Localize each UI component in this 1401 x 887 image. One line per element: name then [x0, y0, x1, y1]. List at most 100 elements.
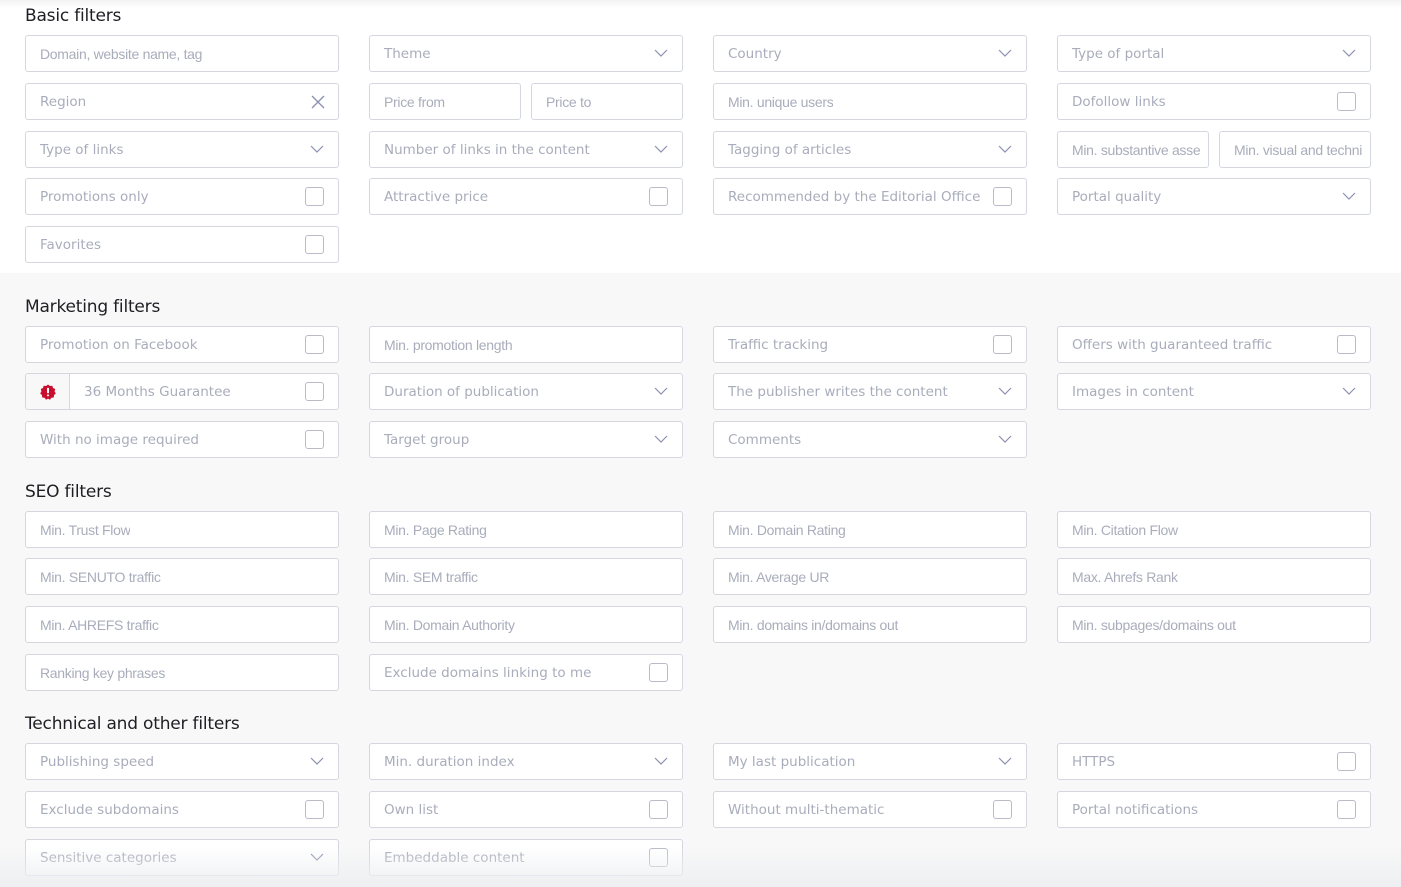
https-checkbox[interactable] — [1337, 752, 1356, 771]
sem-traffic-input[interactable]: Min. SEM traffic — [369, 558, 683, 595]
exclude-linking-toggle[interactable]: Exclude domains linking to me — [369, 654, 683, 691]
min-promotion-length-input[interactable]: Min. promotion length — [369, 326, 683, 363]
ahrefs-rank-input[interactable]: Max. Ahrefs Rank — [1057, 558, 1371, 595]
dofollow-links-toggle[interactable]: Dofollow links — [1057, 83, 1371, 120]
min-substantive-input[interactable]: Min. substantive assessment — [1057, 131, 1209, 168]
last-publication-select[interactable]: My last publication — [713, 743, 1027, 780]
ahrefs-rank-placeholder: Max. Ahrefs Rank — [1072, 568, 1178, 585]
type-of-portal-label: Type of portal — [1072, 45, 1165, 62]
tagging-of-articles-label: Tagging of articles — [728, 141, 852, 158]
last-publication-label: My last publication — [728, 753, 856, 770]
duration-publication-label: Duration of publication — [384, 383, 539, 400]
no-image-required-checkbox[interactable] — [305, 430, 324, 449]
ranking-phrases-placeholder: Ranking key phrases — [40, 664, 166, 681]
target-group-label: Target group — [384, 431, 470, 448]
embeddable-content-toggle[interactable]: Embeddable content — [369, 839, 683, 876]
publishing-speed-label: Publishing speed — [40, 753, 155, 770]
ahrefs-traffic-input[interactable]: Min. AHREFS traffic — [25, 606, 339, 643]
clear-icon[interactable] — [310, 94, 326, 110]
trust-flow-input[interactable]: Min. Trust Flow — [25, 511, 339, 548]
guaranteed-traffic-toggle[interactable]: Offers with guaranteed traffic — [1057, 326, 1371, 363]
domain-rating-input[interactable]: Min. Domain Rating — [713, 511, 1027, 548]
promotions-only-toggle[interactable]: Promotions only — [25, 178, 339, 215]
portal-notifications-checkbox[interactable] — [1337, 800, 1356, 819]
region-select[interactable]: Region — [25, 83, 339, 120]
favorites-checkbox[interactable] — [305, 235, 324, 254]
favorites-toggle[interactable]: Favorites — [25, 226, 339, 263]
average-ur-input[interactable]: Min. Average UR — [713, 558, 1027, 595]
promotions-only-checkbox[interactable] — [305, 187, 324, 206]
without-multi-checkbox[interactable] — [993, 800, 1012, 819]
attractive-price-toggle[interactable]: Attractive price — [369, 178, 683, 215]
exclude-subdomains-label: Exclude subdomains — [40, 801, 179, 818]
dofollow-links-checkbox[interactable] — [1337, 92, 1356, 111]
images-in-content-select[interactable]: Images in content — [1057, 373, 1371, 410]
portal-quality-select[interactable]: Portal quality — [1057, 178, 1371, 215]
promotion-facebook-checkbox[interactable] — [305, 335, 324, 354]
attractive-price-checkbox[interactable] — [649, 187, 668, 206]
without-multi-toggle[interactable]: Without multi-thematic — [713, 791, 1027, 828]
alert-badge-icon — [39, 384, 56, 400]
embeddable-content-label: Embeddable content — [384, 849, 525, 866]
embeddable-content-checkbox[interactable] — [649, 848, 668, 867]
page-rating-input[interactable]: Min. Page Rating — [369, 511, 683, 548]
citation-flow-placeholder: Min. Citation Flow — [1072, 521, 1178, 538]
https-toggle[interactable]: HTTPS — [1057, 743, 1371, 780]
senuto-traffic-input[interactable]: Min. SENUTO traffic — [25, 558, 339, 595]
exclude-subdomains-toggle[interactable]: Exclude subdomains — [25, 791, 339, 828]
price-from-input[interactable]: Price from — [369, 83, 521, 120]
type-of-portal-select[interactable]: Type of portal — [1057, 35, 1371, 72]
tagging-of-articles-select[interactable]: Tagging of articles — [713, 131, 1027, 168]
exclude-subdomains-checkbox[interactable] — [305, 800, 324, 819]
type-of-links-select[interactable]: Type of links — [25, 131, 339, 168]
average-ur-placeholder: Min. Average UR — [728, 568, 830, 585]
number-of-links-select[interactable]: Number of links in the content — [369, 131, 683, 168]
price-to-input[interactable]: Price to — [531, 83, 683, 120]
domain-authority-input[interactable]: Min. Domain Authority — [369, 606, 683, 643]
publisher-writes-select[interactable]: The publisher writes the content — [713, 373, 1027, 410]
min-unique-users-input[interactable]: Min. unique users — [713, 83, 1027, 120]
attractive-price-label: Attractive price — [384, 188, 489, 205]
type-of-links-label: Type of links — [40, 141, 124, 158]
months-guarantee-checkbox[interactable] — [305, 382, 324, 401]
exclude-linking-checkbox[interactable] — [649, 663, 668, 682]
min-visual-placeholder: Min. visual and technical assessment — [1234, 141, 1362, 158]
publishing-speed-select[interactable]: Publishing speed — [25, 743, 339, 780]
recommended-toggle[interactable]: Recommended by the Editorial Office — [713, 178, 1027, 215]
own-list-checkbox[interactable] — [649, 800, 668, 819]
subpages-out-input[interactable]: Min. subpages/domains out — [1057, 606, 1371, 643]
domain-search-input[interactable]: Domain, website name, tag — [25, 35, 339, 72]
portal-notifications-toggle[interactable]: Portal notifications — [1057, 791, 1371, 828]
comments-label: Comments — [728, 431, 802, 448]
subpages-out-placeholder: Min. subpages/domains out — [1072, 616, 1236, 633]
chevron-down-icon — [654, 145, 668, 153]
comments-select[interactable]: Comments — [713, 421, 1027, 458]
promotion-facebook-toggle[interactable]: Promotion on Facebook — [25, 326, 339, 363]
country-select[interactable]: Country — [713, 35, 1027, 72]
months-guarantee-label: 36 Months Guarantee — [84, 383, 231, 400]
traffic-tracking-checkbox[interactable] — [993, 335, 1012, 354]
guaranteed-traffic-checkbox[interactable] — [1337, 335, 1356, 354]
chevron-down-icon — [1342, 192, 1356, 200]
own-list-toggle[interactable]: Own list — [369, 791, 683, 828]
months-guarantee-toggle[interactable]: 36 Months Guarantee — [25, 373, 339, 410]
citation-flow-input[interactable]: Min. Citation Flow — [1057, 511, 1371, 548]
traffic-tracking-toggle[interactable]: Traffic tracking — [713, 326, 1027, 363]
theme-select[interactable]: Theme — [369, 35, 683, 72]
sensitive-categories-select[interactable]: Sensitive categories — [25, 839, 339, 876]
duration-index-select[interactable]: Min. duration index — [369, 743, 683, 780]
min-promotion-length-placeholder: Min. promotion length — [384, 336, 513, 353]
chevron-down-icon — [654, 757, 668, 765]
number-of-links-label: Number of links in the content — [384, 141, 590, 158]
no-image-required-toggle[interactable]: With no image required — [25, 421, 339, 458]
exclude-linking-label: Exclude domains linking to me — [384, 664, 592, 681]
min-visual-input[interactable]: Min. visual and technical assessment — [1219, 131, 1371, 168]
duration-publication-select[interactable]: Duration of publication — [369, 373, 683, 410]
target-group-select[interactable]: Target group — [369, 421, 683, 458]
domain-search-placeholder: Domain, website name, tag — [40, 45, 203, 62]
recommended-checkbox[interactable] — [993, 187, 1012, 206]
ranking-phrases-input[interactable]: Ranking key phrases — [25, 654, 339, 691]
domains-in-out-input[interactable]: Min. domains in/domains out — [713, 606, 1027, 643]
promotions-only-label: Promotions only — [40, 188, 149, 205]
page-rating-placeholder: Min. Page Rating — [384, 521, 487, 538]
